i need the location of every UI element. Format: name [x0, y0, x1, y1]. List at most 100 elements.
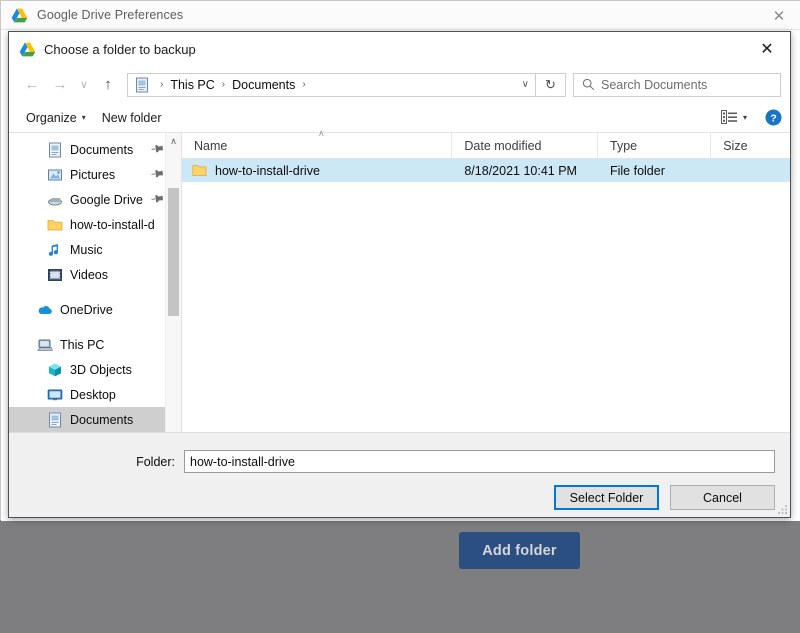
chevron-down-icon: ▾ — [81, 113, 86, 122]
breadcrumb-separator: › — [160, 79, 164, 90]
sidebar-scrollbar[interactable]: ∧ ∨ — [165, 133, 181, 475]
sidebar-item-documents[interactable]: Documents — [9, 137, 181, 162]
file-list-pane: Name Date modified Type Size ∧ how-to-in… — [182, 128, 790, 475]
table-row[interactable]: how-to-install-drive 8/18/2021 10:41 PM Fi… — [182, 159, 790, 182]
dialog-titlebar: Choose a folder to backup ✕ — [9, 32, 790, 66]
search-icon — [582, 78, 595, 91]
sidebar-item-label: Documents — [70, 412, 134, 427]
type-cell: File folder — [609, 163, 665, 178]
sidebar-item-this-pc[interactable]: This PC — [9, 332, 181, 357]
sidebar-item-music[interactable]: Music — [9, 237, 181, 262]
cancel-button[interactable]: Cancel — [670, 485, 775, 510]
choose-folder-dialog: Choose a folder to backup ✕ ← → ∨ ↑ › Th… — [8, 31, 791, 518]
help-icon: ? — [765, 109, 782, 126]
sidebar-item-label: Videos — [70, 267, 108, 282]
host-titlebar: Google Drive Preferences ✕ — [1, 1, 800, 30]
sidebar-item-label: Google Drive — [70, 192, 143, 207]
select-folder-button[interactable]: Select Folder — [554, 485, 659, 510]
google-drive-logo-icon — [19, 42, 36, 56]
svg-text:?: ? — [770, 113, 776, 124]
3d-objects-icon — [49, 363, 61, 376]
breadcrumb-this-pc[interactable]: This PC — [168, 78, 216, 92]
resize-grip-icon[interactable] — [776, 503, 788, 515]
file-name-cell: how-to-install-drive — [182, 159, 452, 182]
scroll-up-icon[interactable]: ∧ — [166, 133, 181, 150]
size-cell — [711, 159, 790, 182]
documents-icon — [49, 142, 61, 157]
breadcrumb-documents[interactable]: Documents — [230, 78, 297, 92]
sidebar-item-documents[interactable]: Documents — [9, 407, 181, 432]
sidebar-item-how-to-install-d[interactable]: how-to-install-d — [9, 212, 181, 237]
view-list-icon — [720, 110, 737, 124]
host-window-title: Google Drive Preferences — [37, 8, 184, 22]
dialog-close-icon[interactable]: ✕ — [744, 32, 790, 66]
refresh-icon[interactable]: ↻ — [536, 72, 566, 97]
sidebar-item-desktop[interactable]: Desktop — [9, 382, 181, 407]
sidebar-item-label: Pictures — [70, 167, 116, 182]
sidebar-item-label: This PC — [60, 337, 105, 352]
breadcrumb-separator-trailing[interactable]: › — [297, 79, 310, 90]
tree-group-spacer — [9, 322, 181, 332]
recent-locations-icon[interactable]: ∨ — [74, 72, 94, 98]
column-header-size[interactable]: Size — [711, 133, 790, 158]
pin-icon — [151, 191, 166, 206]
sidebar-scrollbar-thumb[interactable] — [168, 188, 179, 316]
host-close-icon[interactable]: ✕ — [757, 1, 800, 30]
column-header-type[interactable]: Type — [598, 133, 712, 158]
sort-ascending-icon: ∧ — [318, 128, 325, 138]
back-icon[interactable]: ← — [18, 72, 46, 98]
folder-name-input[interactable] — [184, 450, 775, 473]
sidebar-item-onedrive[interactable]: OneDrive — [9, 297, 181, 322]
date-modified-cell: 8/18/2021 10:41 PM — [464, 163, 577, 178]
sidebar-item-label: how-to-install-d — [70, 217, 155, 232]
dialog-content: Documents Pictures Google Drive how-to-inst… — [9, 128, 790, 475]
sidebar-item-videos[interactable]: Videos — [9, 262, 181, 287]
chevron-down-icon: ▾ — [742, 113, 747, 122]
pin-icon — [151, 166, 166, 181]
dialog-footer: Folder: Select Folder Cancel — [9, 432, 790, 517]
address-bar[interactable]: › This PC › Documents › ∨ — [127, 72, 536, 97]
pictures-icon — [48, 169, 62, 180]
sidebar-item-label: Music — [70, 242, 103, 257]
add-folder-button[interactable]: Add folder — [459, 532, 580, 569]
videos-icon — [48, 268, 62, 281]
sidebar-item-label: Documents — [70, 142, 134, 157]
drive-shortcut-icon — [48, 197, 62, 205]
sidebar-item-google-drive[interactable]: Google Drive — [9, 187, 181, 212]
column-header-date-modified[interactable]: Date modified — [452, 133, 598, 158]
documents-breadcrumb-icon — [136, 77, 148, 92]
help-button[interactable]: ? — [765, 109, 782, 126]
navigation-sidebar: Documents Pictures Google Drive how-to-inst… — [9, 133, 182, 475]
onedrive-icon — [38, 305, 52, 314]
dialog-title: Choose a folder to backup — [44, 41, 196, 57]
column-headers: Name Date modified Type Size ∧ — [182, 128, 790, 159]
google-drive-logo-icon — [11, 8, 28, 22]
sidebar-item-label: Desktop — [70, 387, 116, 402]
organize-button[interactable]: Organize ▾ — [18, 108, 94, 128]
folder-label: Folder: — [136, 454, 175, 469]
sidebar-item-pictures[interactable]: Pictures — [9, 162, 181, 187]
search-box[interactable]: Search Documents — [573, 72, 781, 97]
music-icon — [48, 243, 59, 256]
folder-icon — [192, 165, 207, 176]
change-view-button[interactable]: ▾ — [717, 110, 751, 125]
sidebar-item-3d-objects[interactable]: 3D Objects — [9, 357, 181, 382]
sidebar-item-label: OneDrive — [60, 302, 113, 317]
folder-icon — [47, 219, 63, 230]
file-name-label: how-to-install-drive — [215, 163, 320, 178]
breadcrumb-separator[interactable]: › — [217, 79, 230, 90]
folder-tree: Documents Pictures Google Drive how-to-inst… — [9, 133, 181, 457]
pin-icon — [151, 141, 166, 156]
folder-name-row: Folder: — [9, 433, 790, 473]
sidebar-item-label: 3D Objects — [70, 362, 132, 377]
dialog-buttons: Select Folder Cancel — [9, 473, 790, 510]
new-folder-button[interactable]: New folder — [94, 108, 170, 128]
documents-icon — [49, 412, 61, 427]
search-input[interactable]: Search Documents — [601, 78, 707, 92]
this-pc-icon — [37, 339, 53, 351]
desktop-icon — [47, 389, 63, 400]
address-dropdown-icon[interactable]: ∨ — [522, 74, 529, 96]
up-icon[interactable]: ↑ — [94, 72, 122, 98]
navigation-bar: ← → ∨ ↑ › This PC › Documents › ∨ ↻ Sear… — [9, 66, 790, 103]
forward-icon[interactable]: → — [46, 72, 74, 98]
